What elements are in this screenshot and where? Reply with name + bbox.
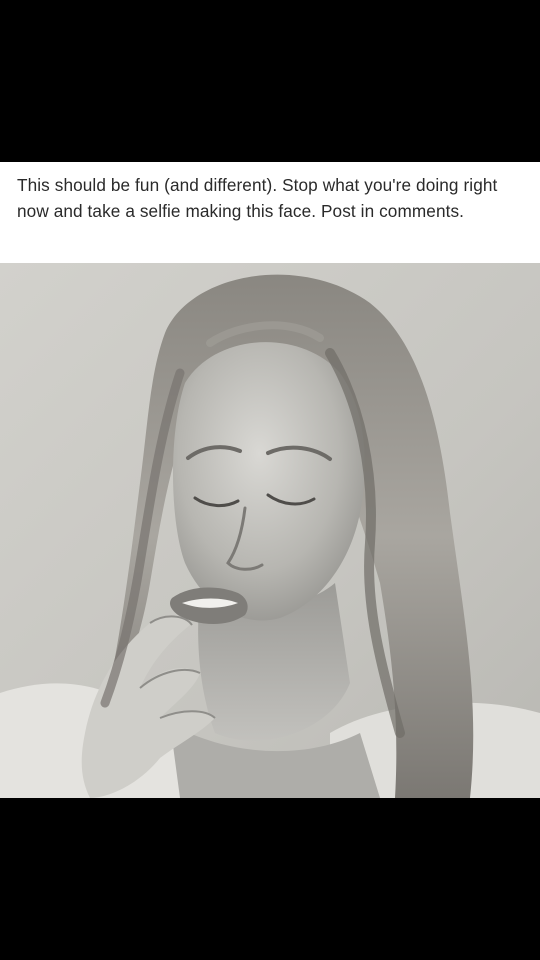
portrait-photo[interactable] [0, 263, 540, 798]
portrait-illustration [0, 263, 540, 798]
post-caption: This should be fun (and different). Stop… [17, 175, 498, 221]
top-black-bar [0, 0, 540, 162]
bottom-black-bar [0, 798, 540, 960]
screen: This should be fun (and different). Stop… [0, 0, 540, 960]
post-card: This should be fun (and different). Stop… [0, 162, 540, 798]
